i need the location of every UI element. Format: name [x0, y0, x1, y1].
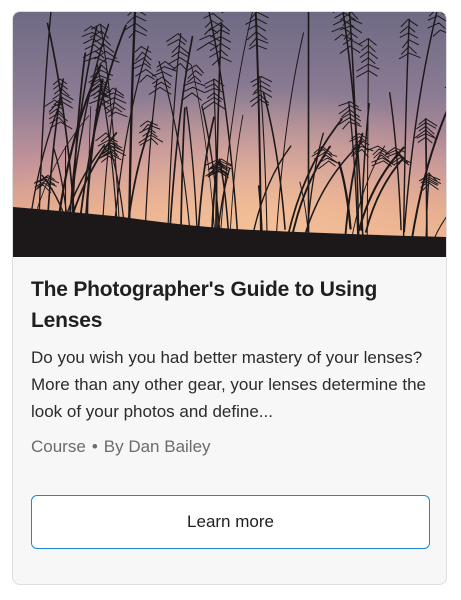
course-meta: Course • By Dan Bailey: [31, 435, 211, 459]
course-card: The Photographer's Guide to Using Lenses…: [12, 11, 447, 585]
course-title: The Photographer's Guide to Using Lenses: [31, 278, 378, 332]
learn-more-button[interactable]: Learn more: [31, 495, 430, 549]
course-type-label: Course: [31, 437, 86, 456]
meta-separator: •: [91, 437, 98, 456]
course-thumbnail-image: [13, 12, 446, 257]
course-description: Do you wish you had better mastery of yo…: [31, 348, 427, 421]
course-author: By Dan Bailey: [103, 437, 211, 456]
